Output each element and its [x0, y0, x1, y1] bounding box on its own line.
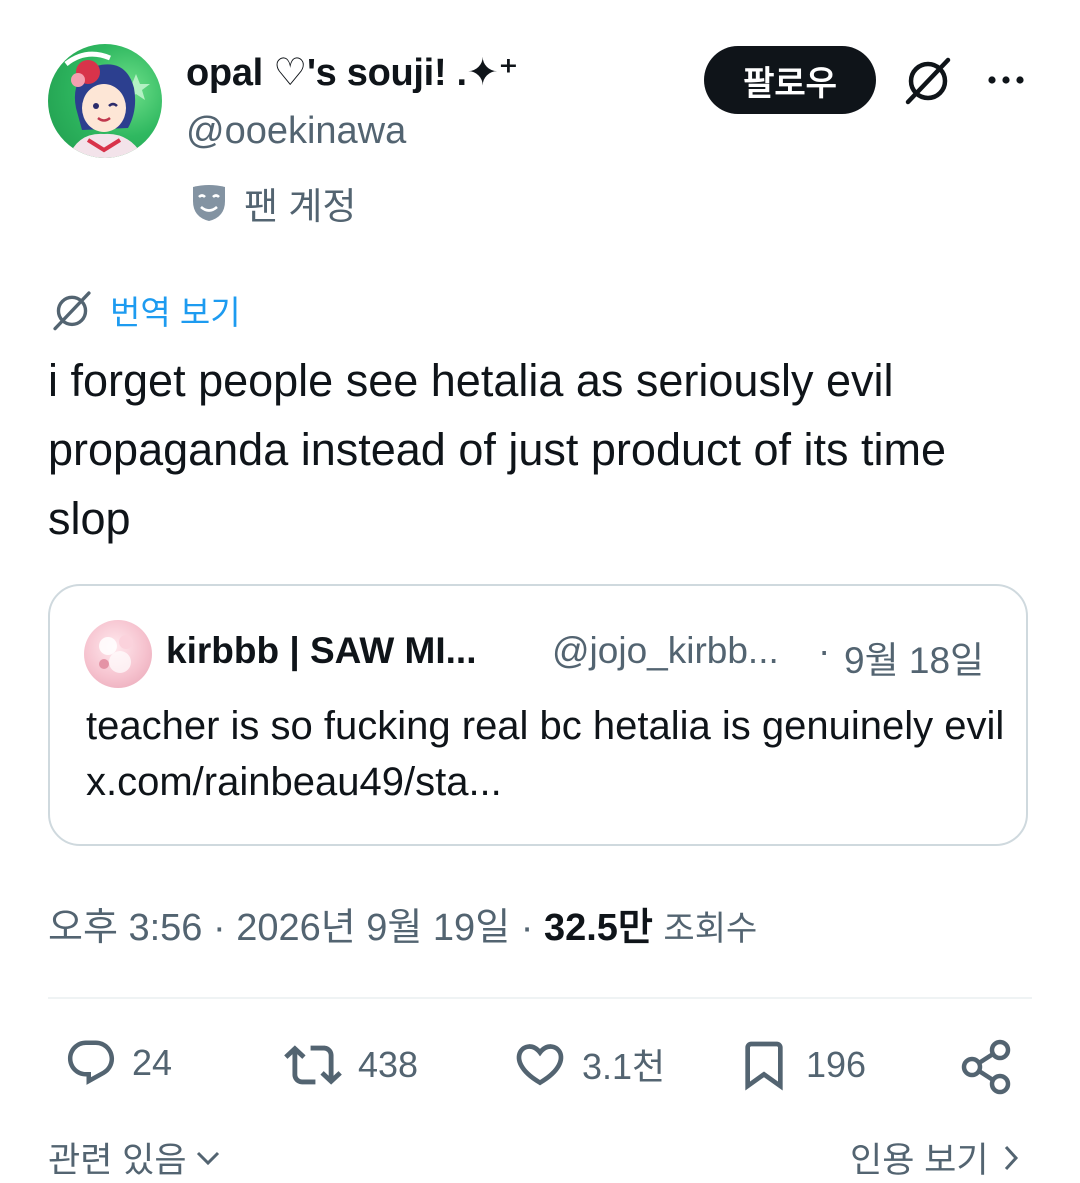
more-horizontal-icon	[988, 76, 1024, 84]
author-handle[interactable]: @ooekinawa	[186, 110, 406, 153]
grok-button[interactable]	[902, 54, 954, 106]
translate-link[interactable]: 번역 보기	[50, 286, 241, 334]
bookmark-button[interactable]: 196	[736, 1036, 866, 1094]
more-options-button[interactable]	[982, 60, 1030, 100]
view-quotes-label[interactable]: 인용 보기	[850, 1132, 989, 1183]
related-label[interactable]: 관련 있음	[48, 1132, 187, 1183]
repost-button[interactable]: 438	[282, 1036, 418, 1094]
like-count: 3.1천	[582, 1046, 666, 1087]
related-toggle[interactable]: 관련 있음	[48, 1132, 223, 1183]
quoted-tweet-text: teacher is so fucking real bc hetalia is…	[86, 704, 1005, 804]
avatar-illustration	[99, 635, 133, 673]
quoted-separator: ·	[818, 630, 831, 671]
quoted-author-avatar[interactable]	[84, 620, 152, 688]
chevron-down-icon	[196, 1151, 219, 1165]
fan-account-label: 팬 계정	[244, 186, 357, 227]
views-count: 32.5만	[543, 907, 653, 949]
heart-icon	[516, 1044, 564, 1086]
repost-count: 438	[358, 1044, 419, 1085]
share-button[interactable]	[956, 1036, 1018, 1098]
bookmark-count: 196	[806, 1044, 867, 1085]
author-name-row[interactable]: opal ♡'s souji! .✦⁺	[186, 50, 518, 95]
author-avatar[interactable]	[48, 44, 162, 158]
reply-count: 24	[132, 1042, 173, 1083]
view-quotes-link[interactable]: 인용 보기	[850, 1132, 1025, 1183]
quoted-tweet[interactable]: kirbbb | SAW MI... @jojo_kirbb... · 9월 1…	[48, 584, 1028, 846]
meta-separator: ·	[510, 907, 544, 949]
quoted-author-name[interactable]: kirbbb | SAW MI...	[166, 630, 476, 672]
tweet-time[interactable]: 오후 3:56	[48, 907, 202, 949]
bookmark-icon	[745, 1041, 783, 1091]
reply-button[interactable]: 24	[64, 1036, 172, 1090]
meta-separator: ·	[202, 907, 237, 949]
fan-account-badge: 팬 계정	[190, 176, 356, 230]
grok-icon	[905, 57, 951, 105]
tweet-text: i forget people see hetalia as seriously…	[48, 355, 947, 544]
avatar-illustration	[64, 51, 150, 158]
translate-label[interactable]: 번역 보기	[110, 286, 241, 334]
quoted-date[interactable]: 9월 18일	[844, 630, 984, 684]
follow-button[interactable]: 팔로우	[704, 46, 876, 114]
theater-mask-icon	[193, 185, 225, 221]
views-label: 조회수	[663, 910, 758, 948]
quoted-author-handle[interactable]: @jojo_kirbb...	[552, 630, 779, 672]
tweet-meta: 오후 3:56 · 2026년 9월 19일 · 32.5만 조회수	[48, 896, 757, 951]
chevron-right-icon	[1004, 1145, 1018, 1170]
reply-icon	[67, 1040, 115, 1085]
tweet-date[interactable]: 2026년 9월 19일	[236, 907, 510, 949]
grok-icon	[53, 291, 91, 331]
author-display-name[interactable]: opal ♡'s souji! .✦⁺	[186, 50, 518, 95]
like-button[interactable]: 3.1천	[512, 1036, 665, 1092]
repost-icon	[284, 1045, 342, 1085]
divider	[48, 997, 1032, 999]
share-icon	[961, 1039, 1011, 1095]
